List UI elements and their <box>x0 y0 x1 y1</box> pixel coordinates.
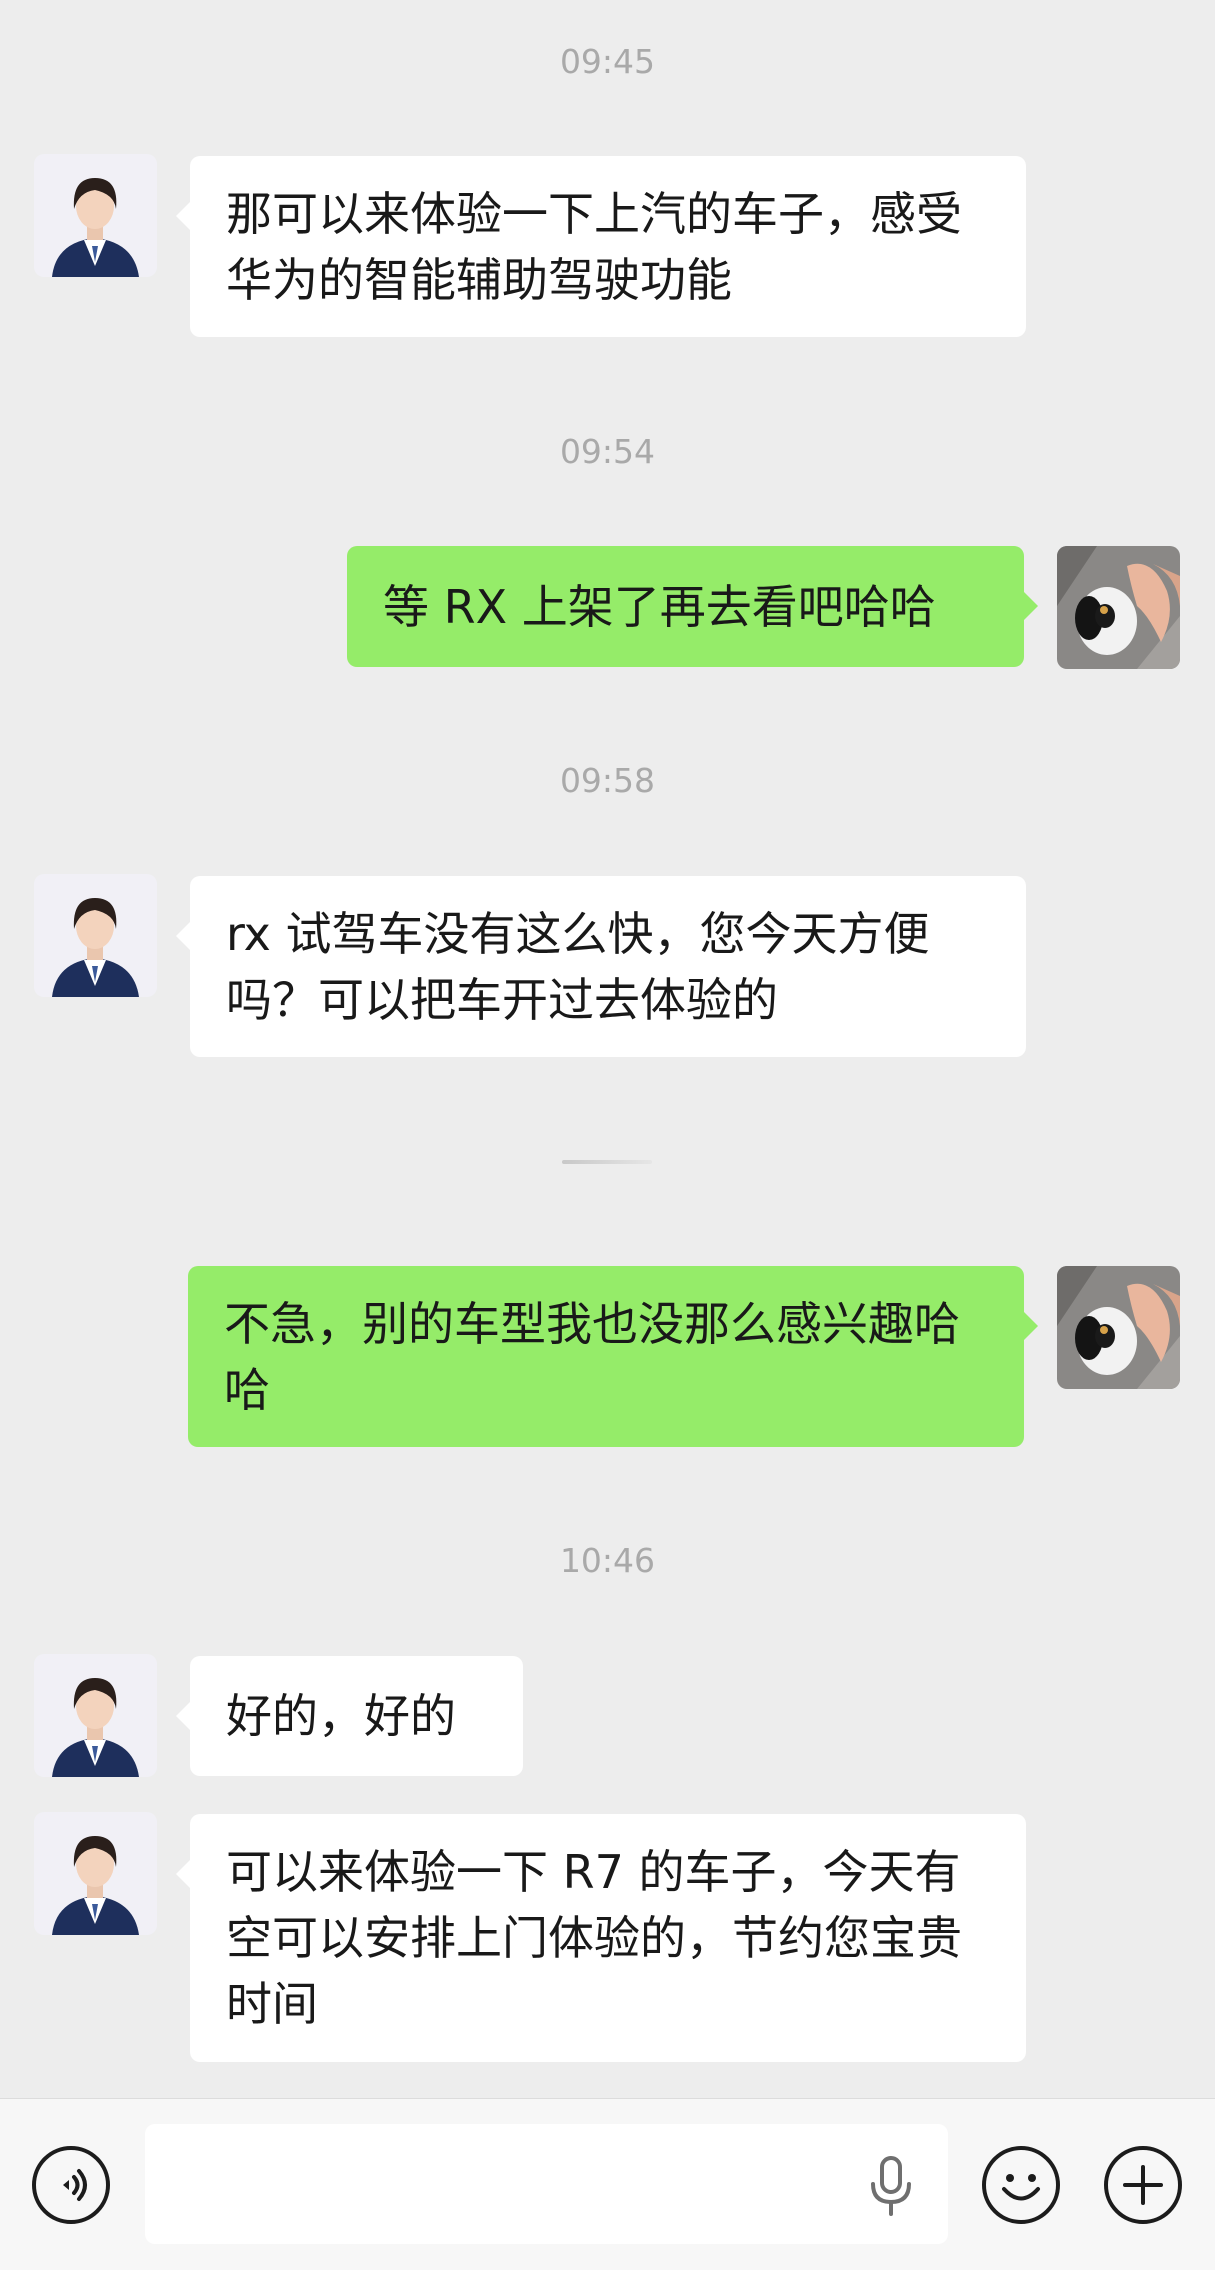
my-avatar[interactable] <box>1057 546 1180 669</box>
message-text: 等 RX 上架了再去看吧哈哈 <box>383 579 936 634</box>
message-text: 好的，好的 <box>226 1689 456 1743</box>
contact-avatar[interactable] <box>34 874 157 997</box>
contact-avatar[interactable] <box>34 154 157 277</box>
message-bubble-received[interactable]: 那可以来体验一下上汽的车子，感受华为的智能辅助驾驶功能 <box>176 156 1026 337</box>
microphone-icon[interactable] <box>863 2156 919 2216</box>
message-bubble-received[interactable]: 好的，好的 <box>176 1656 523 1776</box>
timestamp: 09:45 <box>559 42 656 81</box>
loading-indicator <box>562 1160 652 1164</box>
emoji-button[interactable] <box>982 2146 1060 2224</box>
message-text: 可以来体验一下 R7 的车子，今天有空可以安排上门体验的，节约您宝贵时间 <box>226 1845 962 2031</box>
my-avatar[interactable] <box>1057 1266 1180 1389</box>
emoji-icon <box>1002 2174 1040 2201</box>
timestamp: 09:54 <box>559 432 656 471</box>
contact-avatar[interactable] <box>34 1812 157 1935</box>
message-text: rx 试驾车没有这么快，您今天方便吗？可以把车开过去体验的 <box>226 906 930 1027</box>
message-bubble-sent[interactable]: 等 RX 上架了再去看吧哈哈 <box>347 546 1038 667</box>
chat-message-list[interactable]: 09:45 那可以来体验一下上汽的车子，感受华为的智能辅助驾驶功能 09:54 … <box>0 0 1215 2098</box>
voice-toggle-button[interactable] <box>32 2146 110 2224</box>
plus-icon <box>1123 2165 1163 2205</box>
message-bubble-received[interactable]: 可以来体验一下 R7 的车子，今天有空可以安排上门体验的，节约您宝贵时间 <box>176 1814 1026 2062</box>
message-bubble-received[interactable]: rx 试驾车没有这么快，您今天方便吗？可以把车开过去体验的 <box>176 876 1026 1057</box>
voice-toggle-icon <box>63 2169 87 2201</box>
message-text: 那可以来体验一下上汽的车子，感受华为的智能辅助驾驶功能 <box>226 186 962 307</box>
message-bubble-sent[interactable]: 不急，别的车型我也没那么感兴趣哈哈 <box>188 1266 1038 1447</box>
timestamp: 09:58 <box>559 761 656 800</box>
message-input-box[interactable] <box>145 2124 948 2244</box>
timestamp: 10:46 <box>559 1541 656 1580</box>
message-input[interactable] <box>169 2144 853 2226</box>
contact-avatar[interactable] <box>34 1654 157 1777</box>
more-options-button[interactable] <box>1104 2146 1182 2224</box>
message-text: 不急，别的车型我也没那么感兴趣哈哈 <box>224 1296 960 1417</box>
